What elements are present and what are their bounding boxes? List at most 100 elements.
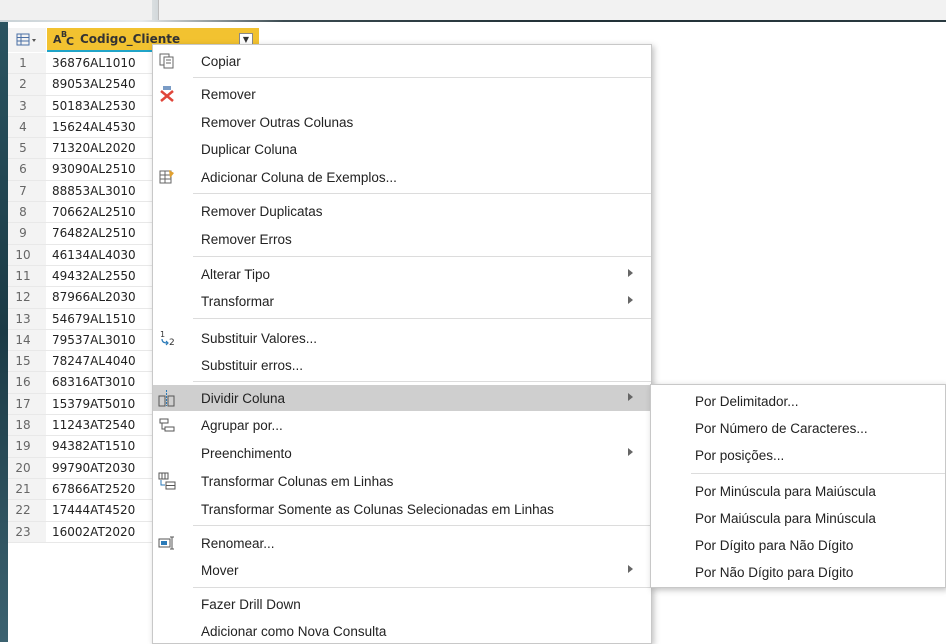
menu-item-copy[interactable]: Copiar: [153, 48, 651, 74]
cell-value[interactable]: 67866AT2520: [52, 479, 135, 499]
remove-icon: [157, 84, 177, 104]
replace-values-icon: 12: [157, 328, 177, 348]
cell-value[interactable]: 88853AL3010: [52, 181, 136, 201]
row-number: 14: [8, 329, 46, 351]
cell-value[interactable]: 68316AT3010: [52, 372, 135, 392]
submenu-item-digit-to-nondigit[interactable]: Por Dígito para Não Dígito: [651, 532, 945, 558]
menu-label: Por Número de Caracteres...: [695, 420, 868, 436]
cell-value[interactable]: 11243AT2540: [52, 415, 135, 435]
menu-item-fill[interactable]: Preenchimento: [153, 440, 651, 466]
copy-icon: [157, 51, 177, 71]
submenu-item-upper-to-lower[interactable]: Por Maiúscula para Minúscula: [651, 505, 945, 531]
svg-text:C: C: [66, 35, 74, 46]
group-by-icon: [157, 415, 177, 435]
menu-item-unpivot-columns[interactable]: Transformar Colunas em Linhas: [153, 468, 651, 494]
menu-item-remove-duplicates[interactable]: Remover Duplicatas: [153, 198, 651, 224]
menu-item-move[interactable]: Mover: [153, 557, 651, 583]
menu-label: Remover: [201, 86, 256, 102]
menu-label: Fazer Drill Down: [201, 596, 301, 612]
menu-item-group-by[interactable]: Agrupar por...: [153, 412, 651, 438]
column-from-examples-icon: [157, 167, 177, 187]
cell-value[interactable]: 16002AT2020: [52, 522, 135, 542]
unpivot-icon: [157, 471, 177, 491]
cell-value[interactable]: 15379AT5010: [52, 394, 135, 414]
cell-value[interactable]: 76482AL2510: [52, 223, 136, 243]
menu-item-add-as-new-query[interactable]: Adicionar como Nova Consulta: [153, 618, 651, 644]
submenu-item-lower-to-upper[interactable]: Por Minúscula para Maiúscula: [651, 478, 945, 504]
formula-bar[interactable]: [158, 0, 946, 20]
chevron-right-icon: [628, 296, 633, 304]
menu-item-add-column-from-examples[interactable]: Adicionar Coluna de Exemplos...: [153, 164, 651, 190]
menu-item-unpivot-only-selected[interactable]: Transformar Somente as Colunas Seleciona…: [153, 496, 651, 522]
text-type-icon[interactable]: A B C: [53, 30, 75, 49]
submenu-item-by-positions[interactable]: Por posições...: [651, 442, 945, 468]
cell-value[interactable]: 71320AL2020: [52, 138, 136, 158]
row-number: 12: [8, 287, 46, 308]
row-number: 4: [8, 116, 46, 138]
cell-value[interactable]: 70662AL2510: [52, 202, 136, 222]
cell-value[interactable]: 78247AL4040: [52, 351, 136, 371]
submenu-item-nondigit-to-digit[interactable]: Por Não Dígito para Dígito: [651, 559, 945, 585]
cell-value[interactable]: 49432AL2550: [52, 266, 136, 286]
menu-item-drill-down[interactable]: Fazer Drill Down: [153, 591, 651, 617]
separator: [193, 256, 651, 257]
row-number: 22: [8, 500, 46, 521]
cell-value[interactable]: 93090AL2510: [52, 159, 136, 179]
table-menu-icon[interactable]: [8, 28, 46, 52]
separator: [193, 193, 651, 194]
chevron-right-icon: [628, 565, 633, 573]
svg-text:1: 1: [160, 330, 165, 339]
menu-item-duplicate-column[interactable]: Duplicar Coluna: [153, 136, 651, 162]
menu-item-replace-values[interactable]: 12 Substituir Valores...: [153, 325, 651, 351]
menu-label: Por posições...: [695, 447, 785, 463]
cell-value[interactable]: 17444AT4520: [52, 500, 135, 520]
cell-value[interactable]: 99790AT2030: [52, 458, 135, 478]
menu-item-remove-other-columns[interactable]: Remover Outras Colunas: [153, 109, 651, 135]
menu-label: Preenchimento: [201, 445, 292, 461]
menu-item-replace-errors[interactable]: Substituir erros...: [153, 352, 651, 378]
cell-value[interactable]: 46134AL4030: [52, 245, 136, 265]
cell-value[interactable]: 50183AL2530: [52, 96, 136, 116]
window-edge: [0, 22, 8, 642]
menu-label: Remover Duplicatas: [201, 203, 323, 219]
menu-item-change-type[interactable]: Alterar Tipo: [153, 261, 651, 287]
menu-label: Por Minúscula para Maiúscula: [695, 483, 876, 499]
menu-item-split-column[interactable]: Dividir Coluna: [153, 385, 651, 411]
separator: [193, 525, 651, 526]
menu-label: Remover Erros: [201, 231, 292, 247]
menu-label: Dividir Coluna: [201, 390, 286, 406]
row-number: 18: [8, 415, 46, 436]
menu-label: Agrupar por...: [201, 417, 283, 433]
cell-value[interactable]: 87966AL2030: [52, 287, 136, 307]
menu-label: Adicionar Coluna de Exemplos...: [201, 169, 397, 185]
row-number: 6: [8, 159, 46, 180]
menu-item-rename[interactable]: Renomear...: [153, 530, 651, 556]
separator: [193, 318, 651, 319]
menu-label: Adicionar como Nova Consulta: [201, 623, 387, 639]
submenu-item-by-number-of-characters[interactable]: Por Número de Caracteres...: [651, 415, 945, 441]
chevron-right-icon: [628, 269, 633, 277]
cell-value[interactable]: 54679AL1510: [52, 309, 136, 329]
cell-value[interactable]: 15624AL4530: [52, 117, 136, 137]
menu-item-transform[interactable]: Transformar: [153, 288, 651, 314]
name-box[interactable]: [0, 0, 152, 20]
menu-label: Copiar: [201, 53, 241, 69]
row-number: 10: [8, 244, 46, 265]
menu-label: Renomear...: [201, 535, 275, 551]
menu-label: Substituir erros...: [201, 357, 304, 373]
row-number: 2: [8, 74, 46, 95]
row-number: 16: [8, 372, 46, 393]
separator: [193, 77, 651, 78]
row-number: 7: [8, 180, 46, 202]
row-number: 11: [8, 265, 46, 287]
cell-value[interactable]: 79537AL3010: [52, 330, 136, 350]
cell-value[interactable]: 89053AL2540: [52, 74, 136, 94]
row-number: 13: [8, 308, 46, 329]
chevron-right-icon: [628, 448, 633, 456]
menu-item-remove-errors[interactable]: Remover Erros: [153, 226, 651, 252]
cell-value[interactable]: 94382AT1510: [52, 436, 135, 456]
submenu-item-by-delimiter[interactable]: Por Delimitador...: [651, 388, 945, 414]
chevron-right-icon: [628, 393, 633, 401]
cell-value[interactable]: 36876AL1010: [52, 53, 136, 73]
menu-item-remove[interactable]: Remover: [153, 81, 651, 107]
